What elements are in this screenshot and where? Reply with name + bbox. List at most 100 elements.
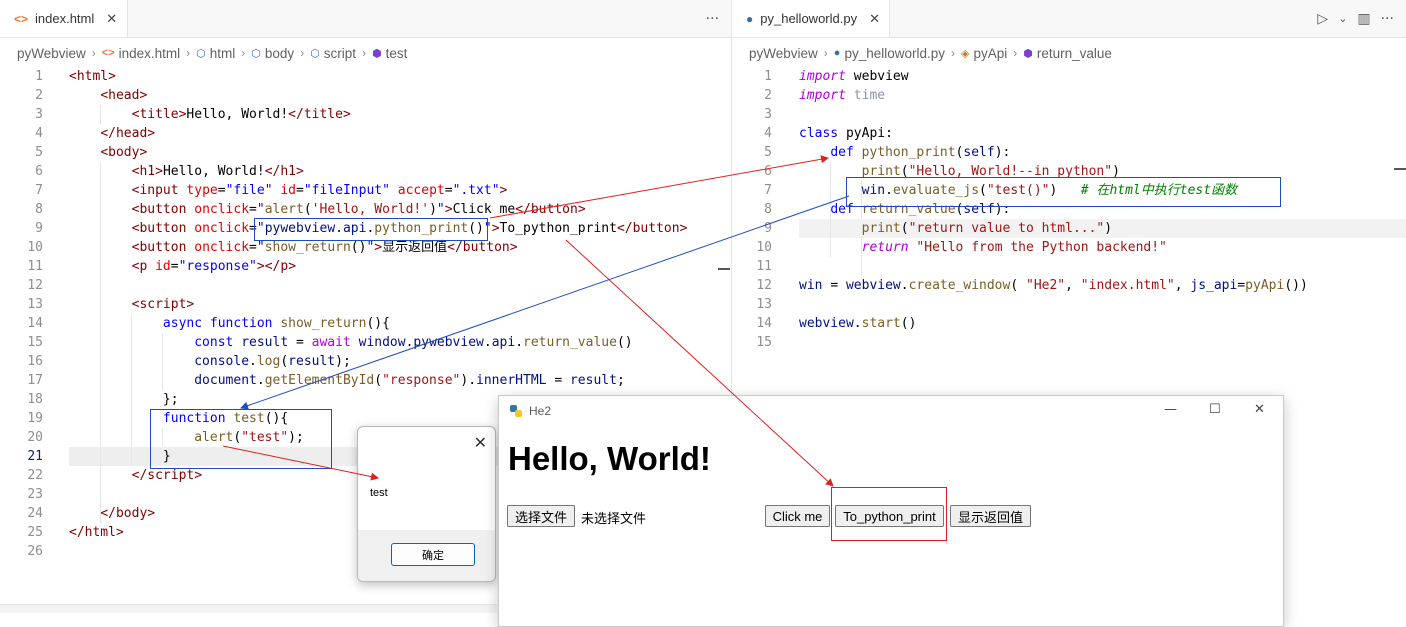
breadcrumb-item[interactable]: pyApi: [973, 46, 1007, 61]
code-text: <input type="file" id="fileInput" accept…: [131, 183, 508, 198]
window-titlebar[interactable]: He2 — ☐ ✕: [499, 396, 1283, 426]
show-return-button[interactable]: 显示返回值: [950, 505, 1031, 527]
code-line[interactable]: 4 </head>: [0, 124, 731, 143]
code-editor[interactable]: 1 import webview 2 import time 3 4 class pyApi…: [732, 67, 1406, 352]
code-line[interactable]: 5 def python_print(self):: [732, 143, 1406, 162]
code-line[interactable]: 11 <p id="response"></p>: [0, 257, 731, 276]
panel-bottom-strip: [0, 604, 497, 613]
breadcrumb-item[interactable]: html: [210, 46, 236, 61]
code-text: </body>: [100, 506, 156, 521]
code-line[interactable]: 7 <input type="file" id="fileInput" acce…: [0, 181, 731, 200]
breadcrumb-item[interactable]: index.html: [119, 46, 181, 61]
code-text: <h1>Hello, World!</h1>: [131, 164, 304, 179]
line-number: 2: [35, 88, 43, 103]
more-actions-icon[interactable]: ···: [706, 0, 719, 37]
element-icon: ⬡: [196, 47, 206, 60]
element-icon: ⬡: [310, 47, 320, 60]
close-icon[interactable]: ✕: [1254, 402, 1265, 417]
line-number: 12: [756, 278, 772, 293]
tab-py-helloworld[interactable]: ● py_helloworld.py ✕: [732, 0, 890, 37]
code-text: return "Hello from the Python backend!": [861, 240, 1167, 255]
maximize-icon[interactable]: ☐: [1209, 402, 1221, 417]
chevron-down-icon[interactable]: ⌄: [1338, 12, 1347, 25]
breadcrumb-item[interactable]: pyWebview: [17, 46, 86, 61]
method-icon: ⬢: [1023, 47, 1033, 60]
line-number: 13: [27, 297, 43, 312]
code-line[interactable]: 11: [732, 257, 1406, 276]
code-line[interactable]: 15: [732, 333, 1406, 352]
code-text: <script>: [131, 297, 195, 312]
code-line[interactable]: 13: [732, 295, 1406, 314]
code-text: <head>: [100, 88, 148, 103]
code-line[interactable]: 6 <h1>Hello, World!</h1>: [0, 162, 731, 181]
code-line[interactable]: 17 document.getElementById("response").i…: [0, 371, 731, 390]
line-number: 26: [27, 544, 43, 559]
code-line[interactable]: 14 webview.start(): [732, 314, 1406, 333]
code-line[interactable]: 12: [0, 276, 731, 295]
breadcrumb-item[interactable]: py_helloworld.py: [844, 46, 945, 61]
more-actions-icon[interactable]: ···: [1381, 11, 1394, 27]
chevron-right-icon: ›: [1013, 46, 1018, 60]
left-tab-bar: <> index.html ✕ ···: [0, 0, 731, 38]
line-number: 2: [764, 88, 772, 103]
close-icon[interactable]: ✕: [474, 433, 487, 452]
breadcrumb-item[interactable]: pyWebview: [749, 46, 818, 61]
code-line[interactable]: 9 print("return value to html..."): [732, 219, 1406, 238]
chevron-right-icon: ›: [186, 46, 191, 60]
code-line[interactable]: 5 <body>: [0, 143, 731, 162]
code-line[interactable]: 10 return "Hello from the Python backend…: [732, 238, 1406, 257]
chevron-right-icon: ›: [300, 46, 305, 60]
breadcrumb-item[interactable]: test: [386, 46, 408, 61]
code-line[interactable]: 4 class pyApi:: [732, 124, 1406, 143]
code-text: <html>: [69, 69, 116, 84]
code-line[interactable]: 12 win = webview.create_window( "He2", "i…: [732, 276, 1406, 295]
code-line[interactable]: 3: [732, 105, 1406, 124]
code-text: const result = await window.pywebview.ap…: [194, 335, 633, 350]
code-text: async function show_return(){: [162, 316, 390, 331]
breadcrumb: pyWebview › ● py_helloworld.py › ◈ pyApi…: [749, 44, 1112, 62]
code-line[interactable]: 1 <html>: [0, 67, 731, 86]
line-number: 6: [35, 164, 43, 179]
code-line[interactable]: 2 import time: [732, 86, 1406, 105]
line-number: 15: [27, 335, 43, 350]
run-icon[interactable]: ▷: [1317, 11, 1328, 27]
code-line[interactable]: 8 <button onclick="alert('Hello, World!'…: [0, 200, 731, 219]
code-line[interactable]: 15 const result = await window.pywebview…: [0, 333, 731, 352]
code-text: import time: [799, 88, 886, 103]
close-tab-icon[interactable]: ✕: [869, 11, 880, 27]
minimize-icon[interactable]: —: [1164, 402, 1177, 417]
breadcrumb-item[interactable]: return_value: [1037, 46, 1112, 61]
close-tab-icon[interactable]: ✕: [106, 11, 117, 27]
code-line[interactable]: 16 console.log(result);: [0, 352, 731, 371]
code-line[interactable]: 1 import webview: [732, 67, 1406, 86]
choose-file-button[interactable]: 选择文件: [507, 505, 575, 527]
tab-label: py_helloworld.py: [760, 11, 858, 26]
webview-window: He2 — ☐ ✕ Hello, World! 选择文件 未选择文件 Click…: [498, 395, 1284, 627]
code-line[interactable]: 14 async function show_return(){: [0, 314, 731, 333]
split-editor-icon[interactable]: ▥: [1357, 11, 1370, 27]
code-text: import webview: [799, 69, 909, 84]
line-number: 5: [35, 145, 43, 160]
line-number: 8: [764, 202, 772, 217]
line-number: 13: [756, 297, 772, 312]
code-line[interactable]: 2 <head>: [0, 86, 731, 105]
click-me-button[interactable]: Click me: [765, 505, 830, 527]
line-number: 10: [756, 240, 772, 255]
breadcrumb-item[interactable]: body: [265, 46, 294, 61]
line-number: 14: [756, 316, 772, 331]
code-line[interactable]: 3 <title>Hello, World!</title>: [0, 105, 731, 124]
code-text: win = webview.create_window( "He2", "ind…: [799, 278, 1308, 293]
breadcrumb-item[interactable]: script: [324, 46, 356, 61]
chevron-right-icon: ›: [241, 46, 246, 60]
overview-ruler-mark: [718, 268, 730, 270]
html-file-icon: <>: [14, 11, 29, 26]
line-number: 1: [35, 69, 43, 84]
code-line[interactable]: 13 <script>: [0, 295, 731, 314]
tab-index-html[interactable]: <> index.html ✕: [0, 0, 128, 37]
line-number: 3: [35, 107, 43, 122]
ok-button[interactable]: 确定: [391, 543, 475, 566]
code-text: <button onclick="alert('Hello, World!')"…: [131, 202, 586, 217]
chevron-right-icon: ›: [951, 46, 955, 60]
line-number: 24: [27, 506, 43, 521]
line-number: 12: [27, 278, 43, 293]
